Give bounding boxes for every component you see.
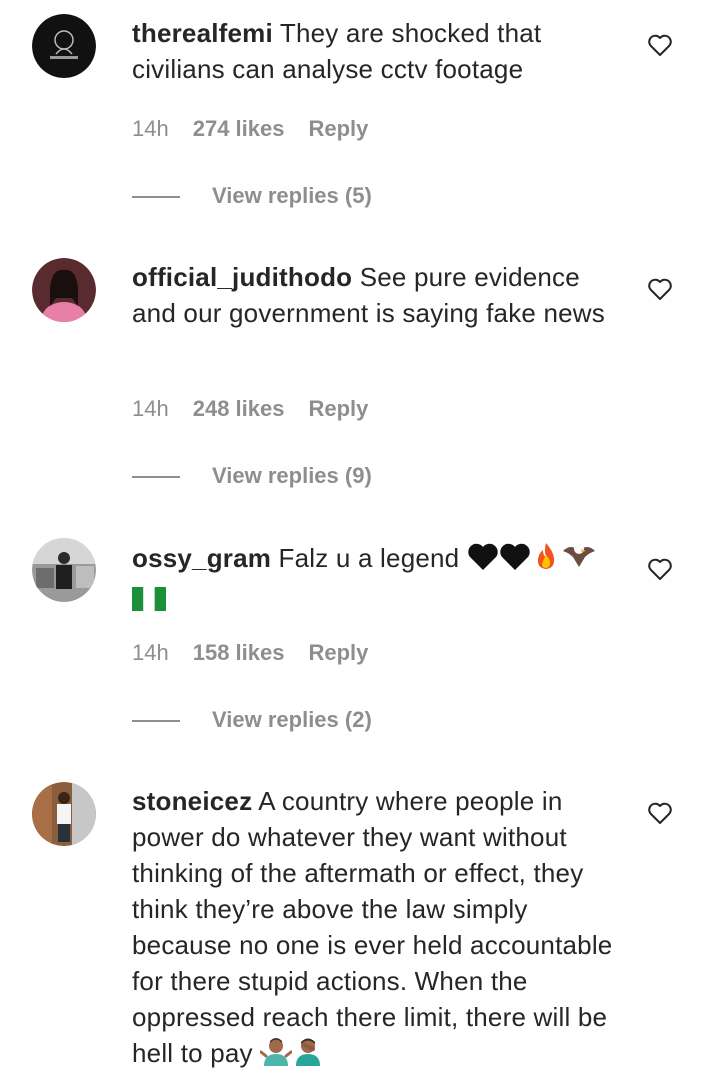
view-replies-label[interactable]: View replies (9) <box>212 461 372 491</box>
comment-text: ossy_gram Falz u a legend <box>132 539 622 620</box>
heart-icon[interactable] <box>647 277 673 301</box>
heart-icon[interactable] <box>647 557 673 581</box>
comment-body: Falz u a legend <box>278 543 460 573</box>
comment-body: A country where people in power do whate… <box>132 786 613 1068</box>
likes-count[interactable]: 158 likes <box>193 638 285 668</box>
reply-button[interactable]: Reply <box>308 114 368 144</box>
fire-emoji <box>531 541 561 580</box>
comment-username[interactable]: official_judithodo <box>132 262 352 292</box>
avatar[interactable] <box>32 538 96 602</box>
black-heart-emoji <box>467 543 499 580</box>
eagle-emoji <box>561 539 597 580</box>
likes-count[interactable]: 248 likes <box>193 394 285 424</box>
heart-icon[interactable] <box>647 33 673 57</box>
comment-meta: 14h 274 likes Reply <box>132 114 368 144</box>
likes-count[interactable]: 274 likes <box>193 114 285 144</box>
heart-icon[interactable] <box>647 801 673 825</box>
view-replies-label[interactable]: View replies (5) <box>212 181 372 211</box>
replies-divider <box>132 720 180 722</box>
comment-time: 14h <box>132 396 169 421</box>
replies-divider <box>132 196 180 198</box>
reply-button[interactable]: Reply <box>308 638 368 668</box>
comment-time: 14h <box>132 640 169 665</box>
comment-text: therealfemi They are shocked that civili… <box>132 15 622 87</box>
comment-username[interactable]: therealfemi <box>132 18 273 48</box>
comment-username[interactable]: ossy_gram <box>132 543 271 573</box>
reply-button[interactable]: Reply <box>308 394 368 424</box>
comment-username[interactable]: stoneicez <box>132 786 252 816</box>
comment-text: official_judithodo See pure evidence and… <box>132 259 622 331</box>
comment-text: stoneicez A country where people in powe… <box>132 783 622 1075</box>
black-heart-emoji <box>499 543 531 580</box>
avatar[interactable] <box>32 258 96 322</box>
view-replies-label[interactable]: View replies (2) <box>212 705 372 735</box>
replies-divider <box>132 476 180 478</box>
man-facepalming-emoji <box>292 1036 324 1075</box>
comment-meta: 14h 158 likes Reply <box>132 638 368 668</box>
nigeria-flag-emoji <box>132 584 166 620</box>
comment-time: 14h <box>132 116 169 141</box>
comment-meta: 14h 248 likes Reply <box>132 394 368 424</box>
avatar[interactable] <box>32 14 96 78</box>
avatar[interactable] <box>32 782 96 846</box>
person-shrugging-emoji <box>259 1036 293 1075</box>
